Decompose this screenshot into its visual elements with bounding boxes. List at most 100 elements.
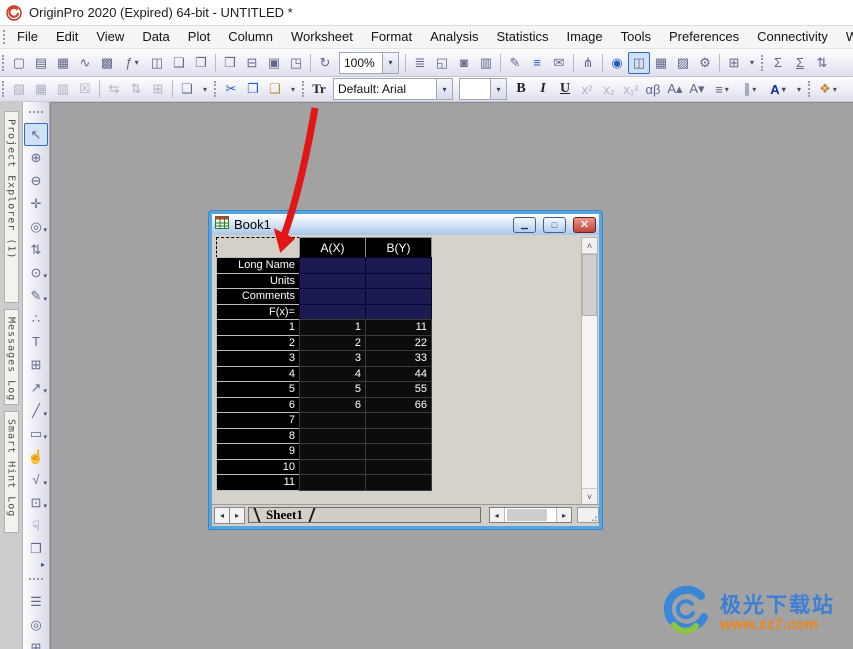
paste-button[interactable]: ❑ (264, 78, 286, 100)
new-function-plot-button[interactable]: ƒ (118, 52, 146, 74)
cell-column-a[interactable]: 2 (299, 334, 366, 351)
cell-column-b[interactable] (365, 303, 432, 320)
cell-column-a[interactable] (299, 474, 366, 491)
view-windows-button[interactable]: ◫ (628, 51, 650, 74)
new-excel-button[interactable]: ❐ (190, 52, 212, 74)
cell-column-b[interactable] (365, 458, 432, 475)
row-header[interactable]: Units (216, 272, 300, 289)
restore-button[interactable]: □ (543, 216, 566, 233)
dock-tab-smart-hint-log[interactable]: Smart Hint Log (3, 411, 19, 533)
scroll-left-button[interactable]: ◂ (489, 508, 505, 522)
annotation-tool-button[interactable]: ◎ (24, 215, 48, 238)
dock-tab-messages-log[interactable]: Messages Log (3, 309, 19, 405)
new-workbook-button[interactable]: ▦ (52, 52, 74, 74)
subsuperscript-button[interactable]: x₁² (620, 78, 642, 100)
menubar-drag-handle[interactable] (3, 30, 5, 44)
move-rows-button[interactable]: ⇅ (125, 78, 147, 100)
section-tool-button[interactable]: ⊞ (24, 353, 48, 376)
horizontal-scrollbar-thumb[interactable] (506, 509, 547, 521)
menu-preferences[interactable]: Preferences (660, 26, 748, 48)
import-ascii-button[interactable]: ▦ (30, 78, 52, 100)
underline-button[interactable]: U (554, 78, 576, 100)
cell-column-b[interactable]: 22 (365, 334, 432, 351)
resize-grip[interactable]: ⣠ (577, 507, 599, 523)
cell-column-b[interactable] (365, 257, 432, 274)
remove-import-button[interactable]: ☒ (74, 78, 96, 100)
vertical-scrollbar-thumb[interactable] (582, 254, 597, 316)
cell-column-b[interactable]: 66 (365, 396, 432, 413)
cell-column-b[interactable] (365, 427, 432, 444)
save-template-button[interactable]: ◳ (285, 52, 307, 74)
cell-column-b[interactable] (365, 474, 432, 491)
send-email-button[interactable]: ✉ (548, 52, 570, 74)
mask-tool-button[interactable]: ⊙ (24, 261, 48, 284)
new-folder-button[interactable]: ▤ (30, 52, 52, 74)
cell-column-a[interactable] (299, 412, 366, 429)
decrease-font-button[interactable]: A▾ (686, 78, 708, 100)
menu-file[interactable]: File (8, 26, 47, 48)
open-button[interactable]: ❒ (219, 52, 241, 74)
cell-column-b[interactable]: 33 (365, 350, 432, 367)
tab-sheet1[interactable]: Sheet1 (246, 507, 323, 522)
row-header[interactable]: Long Name (216, 257, 300, 274)
cell-column-a[interactable] (299, 443, 366, 460)
draw-data-tool-button[interactable]: ✎ (24, 284, 48, 307)
spacing-button[interactable]: ∥ (736, 78, 764, 100)
duplicate-sheet-button[interactable]: ❏ (176, 78, 198, 100)
pan-tool-button[interactable]: ☝ (24, 445, 48, 468)
superscript-button[interactable]: x² (576, 78, 598, 100)
greek-button[interactable]: αβ (642, 78, 664, 100)
new-notes-button[interactable]: ❑ (168, 52, 190, 74)
cell-column-a[interactable]: 5 (299, 381, 366, 398)
menu-format[interactable]: Format (362, 26, 421, 48)
insert-graph-tool-button[interactable]: ⊡ (24, 491, 48, 514)
cell-column-b[interactable]: 55 (365, 381, 432, 398)
cell-column-a[interactable] (299, 272, 366, 289)
menu-window[interactable]: Window (837, 26, 853, 48)
cut-button[interactable]: ✂ (220, 78, 242, 100)
line-tool-button[interactable]: ╱ (24, 399, 48, 422)
zoom-in-tool-button[interactable]: ⊕ (24, 146, 48, 169)
pointer-tool-button[interactable]: ↖ (24, 123, 48, 146)
row-header[interactable]: 2 (216, 334, 300, 351)
font-color-button[interactable]: A (764, 79, 792, 100)
sheet-next-button[interactable]: ▸ (230, 507, 244, 523)
column-header[interactable]: B(Y) (365, 237, 432, 258)
new-project-button[interactable]: ▢ (8, 52, 30, 74)
insert-object-tool-button[interactable]: ❒ (24, 537, 48, 560)
cell-column-a[interactable]: 4 (299, 365, 366, 382)
row-header[interactable]: 9 (216, 443, 300, 460)
bold-button[interactable]: B (510, 78, 532, 100)
zoom-dropdown-arrow[interactable]: ▾ (382, 52, 398, 73)
subscript-button[interactable]: x₂ (598, 78, 620, 100)
rescale-tool-button[interactable]: ☟ (24, 514, 48, 537)
sheet-prev-button[interactable]: ◂ (215, 507, 230, 523)
cell-column-a[interactable] (299, 257, 366, 274)
append-table-button[interactable]: ⊞ (147, 78, 169, 100)
toolbar-overflow-button[interactable]: ▾ (745, 52, 759, 74)
menu-analysis[interactable]: Analysis (421, 26, 487, 48)
row-header[interactable]: 4 (216, 365, 300, 382)
menu-view[interactable]: View (87, 26, 133, 48)
project-explorer-button[interactable]: ◉ (606, 52, 628, 74)
cluster-tool-button[interactable]: ∴ (24, 307, 48, 330)
font-combobox[interactable]: Default: Arial ▾ (333, 78, 453, 100)
increase-font-button[interactable]: A▴ (664, 78, 686, 100)
font-dropdown-arrow[interactable]: ▾ (436, 79, 452, 99)
fill-color-button[interactable]: ❖ (814, 78, 842, 100)
axes-button[interactable]: ⊞ (24, 636, 48, 649)
cell-column-a[interactable]: 6 (299, 396, 366, 413)
row-header[interactable]: 8 (216, 427, 300, 444)
apps-button[interactable]: ◎ (24, 613, 48, 636)
minimize-button[interactable]: ▁ (513, 216, 536, 233)
close-button[interactable]: ✕ (573, 216, 596, 233)
row-header[interactable]: 7 (216, 412, 300, 429)
menu-image[interactable]: Image (558, 26, 612, 48)
menu-statistics[interactable]: Statistics (487, 26, 557, 48)
arrow-tool-button[interactable]: ↗ (24, 376, 48, 399)
toolbar-overflow-button[interactable]: ▾ (198, 78, 212, 100)
cell-column-b[interactable]: 11 (365, 319, 432, 336)
fit-panel-button[interactable]: ⋔ (577, 52, 599, 74)
object-manager-button[interactable]: ▦ (650, 52, 672, 74)
add-column-button[interactable]: ⊞ (723, 52, 745, 74)
